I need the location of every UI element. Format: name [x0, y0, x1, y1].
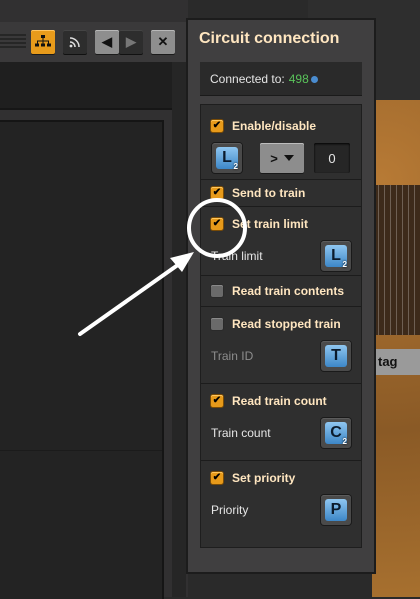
comparator-dropdown[interactable]: > — [260, 143, 304, 173]
signal-l-icon: L 2 — [216, 147, 238, 171]
tag-button[interactable]: tag — [372, 349, 420, 375]
section-read-train-contents: Read train contents — [201, 276, 361, 307]
train-count-signal-button[interactable]: C 2 — [321, 418, 351, 448]
read-train-count-checkbox[interactable]: ✔ — [211, 395, 223, 407]
connected-label: Connected to: — [210, 72, 285, 86]
signal-c-icon: C 2 — [325, 422, 347, 446]
priority-label: Priority — [211, 503, 249, 517]
set-train-limit-label: Set train limit — [232, 217, 309, 231]
set-train-limit-checkbox[interactable]: ✔ — [211, 218, 223, 230]
arrow-right-icon[interactable]: ▶ — [119, 30, 143, 54]
section-set-train-limit: ✔ Set train limit Train limit L 2 — [201, 207, 361, 276]
train-id-label: Train ID — [211, 349, 254, 363]
train-limit-label: Train limit — [211, 249, 263, 263]
panel-title: Circuit connection — [199, 30, 340, 47]
set-priority-label: Set priority — [232, 471, 296, 485]
train-limit-signal-button[interactable]: L 2 — [321, 241, 351, 271]
read-stopped-train-checkbox[interactable] — [211, 318, 223, 330]
network-tree-icon[interactable] — [31, 30, 55, 54]
signal-l-icon: L 2 — [325, 245, 347, 269]
constant-value-field[interactable]: 0 — [314, 143, 350, 173]
section-read-stopped-train: Read stopped train Train ID T — [201, 307, 361, 384]
options-list: ✔ Enable/disable L 2 > 0 ✔ Send to train… — [200, 104, 362, 548]
read-train-contents-label: Read train contents — [232, 284, 345, 298]
train-id-signal-button[interactable]: T — [321, 341, 351, 371]
enable-disable-checkbox[interactable]: ✔ — [211, 120, 223, 132]
section-read-train-count: ✔ Read train count Train count C 2 — [201, 384, 361, 461]
chevron-down-icon — [283, 155, 294, 161]
comparator-value: > — [270, 150, 278, 166]
read-train-count-label: Read train count — [232, 394, 327, 408]
enable-disable-label: Enable/disable — [232, 119, 317, 133]
read-stopped-train-label: Read stopped train — [232, 317, 341, 331]
signal-p-icon: P — [325, 499, 347, 521]
arrow-left-icon[interactable]: ◀ — [95, 30, 119, 54]
background-window: ◀ ▶ ✕ — [0, 0, 188, 599]
connected-to-box: Connected to: 498 — [200, 62, 362, 96]
send-to-train-checkbox[interactable]: ✔ — [211, 187, 223, 199]
section-set-priority: ✔ Set priority Priority P — [201, 461, 361, 541]
connected-network-id[interactable]: 498 — [289, 72, 309, 86]
enable-signal-button[interactable]: L 2 — [212, 143, 242, 173]
background-content-area — [0, 120, 164, 599]
close-icon[interactable]: ✕ — [151, 30, 175, 54]
section-send-to-train: ✔ Send to train — [201, 180, 361, 207]
wireless-signal-icon[interactable] — [63, 30, 87, 54]
read-train-contents-checkbox[interactable] — [211, 285, 223, 297]
background-header-area — [0, 62, 172, 110]
divider — [0, 450, 162, 451]
section-enable-disable: ✔ Enable/disable L 2 > 0 — [201, 105, 361, 180]
drag-handle[interactable] — [0, 34, 26, 50]
set-priority-checkbox[interactable]: ✔ — [211, 472, 223, 484]
signal-t-icon: T — [325, 345, 347, 367]
info-icon[interactable] — [310, 76, 318, 84]
priority-signal-button[interactable]: P — [321, 495, 351, 525]
train-count-label: Train count — [211, 426, 271, 440]
map-rail-area — [372, 185, 420, 335]
scrollbar[interactable] — [172, 62, 186, 597]
circuit-connection-panel: Circuit connection Connected to: 498 ✔ En… — [188, 20, 374, 572]
send-to-train-label: Send to train — [232, 186, 306, 200]
